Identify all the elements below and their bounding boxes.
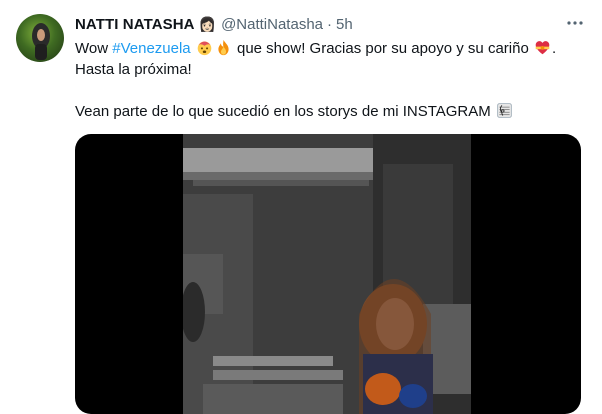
more-options-icon [567, 21, 583, 25]
author-handle[interactable]: @NattiNatasha [221, 16, 323, 33]
avatar-image [32, 23, 50, 60]
video-thumbnail [183, 134, 471, 414]
more-options-button[interactable] [564, 12, 586, 34]
video-frame[interactable] [183, 134, 471, 414]
fire-emoji [218, 39, 229, 56]
tweet-line-2: Hasta la próxima! [75, 61, 192, 78]
separator-dot: · [327, 15, 333, 33]
exploding-head-emoji [197, 41, 212, 56]
avatar[interactable] [16, 14, 64, 62]
hashtag-link[interactable]: #Venezuela [112, 40, 190, 57]
tweet-line-1: Wow #Venezuela que show! Gracias por su … [75, 38, 580, 59]
woman-emoji: 👩🏻 [198, 15, 217, 32]
musical-score-emoji [497, 103, 512, 118]
author-name[interactable]: NATTI NATASHA [75, 16, 195, 33]
heart-with-ribbon-emoji [535, 41, 550, 55]
tweet-text-prefix: Wow [75, 40, 113, 57]
tweet-timestamp[interactable]: 5h [336, 16, 353, 33]
tweet-text: Wow #Venezuela que show! Gracias por su … [75, 38, 580, 122]
tweet-header: NATTI NATASHA 👩🏻 @NattiNatasha · 5h [75, 14, 353, 34]
video-player[interactable] [75, 134, 581, 414]
tweet-text-middle: que show! Gracias por su apoyo y su cari… [232, 40, 533, 57]
tweet[interactable]: NATTI NATASHA 👩🏻 @NattiNatasha · 5h Wow … [0, 0, 602, 414]
tweet-text-line3: Vean parte de lo que sucedió en los stor… [75, 103, 491, 120]
tweet-text-suffix: . [551, 40, 557, 57]
tweet-line-3: Vean parte de lo que sucedió en los stor… [75, 101, 580, 122]
